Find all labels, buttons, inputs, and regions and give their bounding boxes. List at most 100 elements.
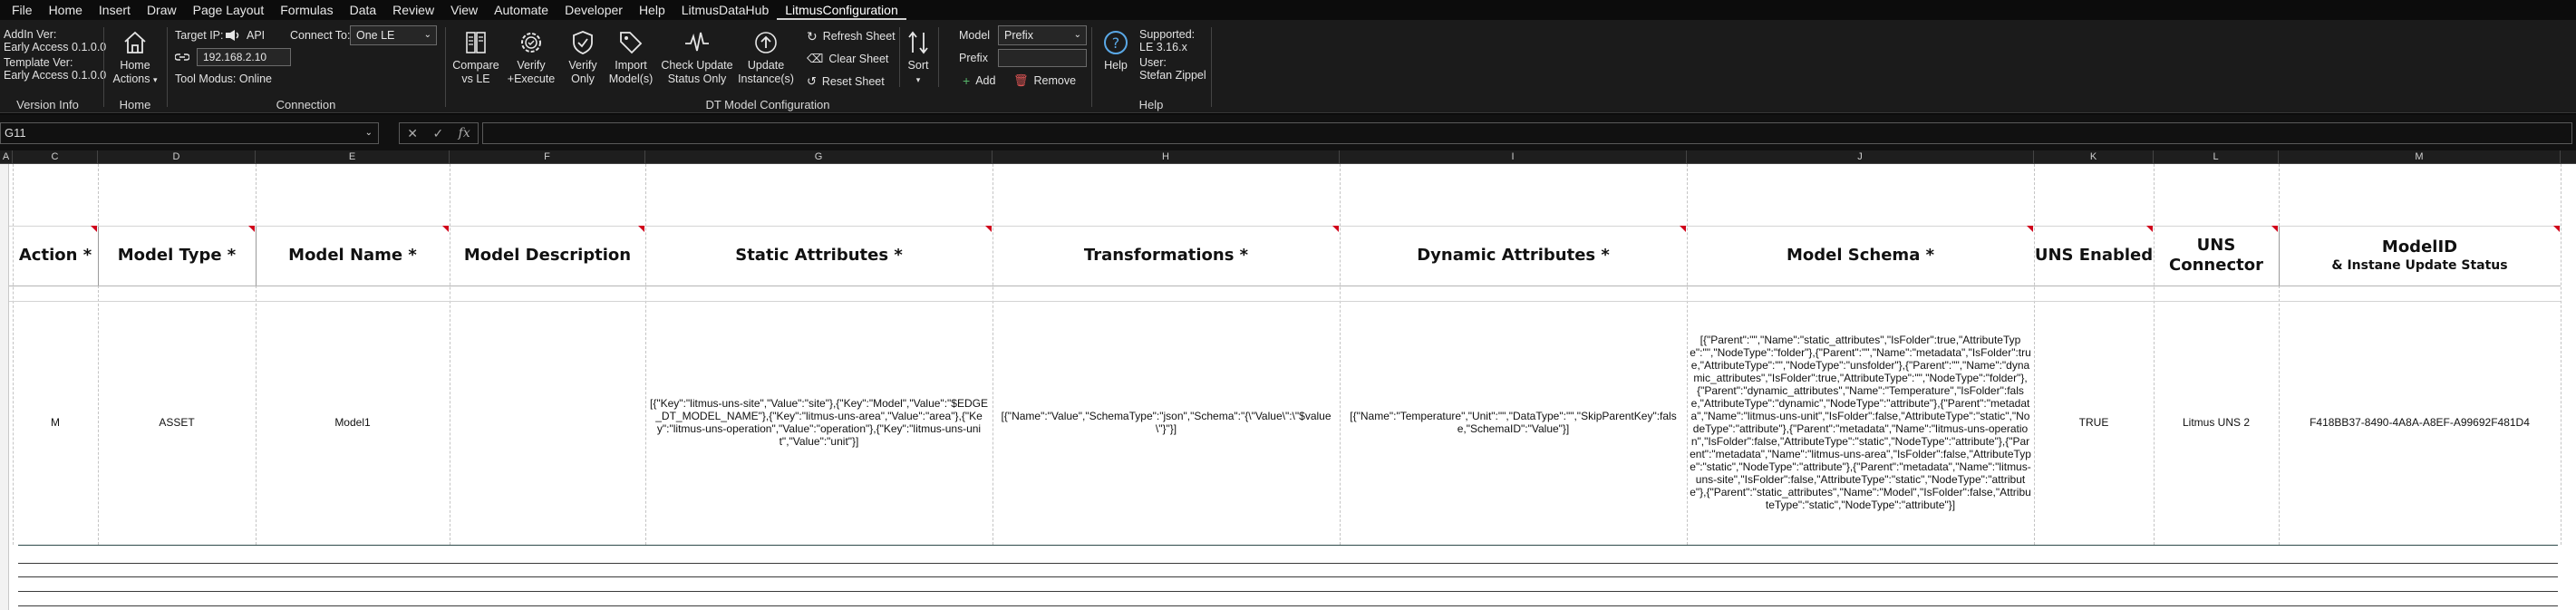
header-cell-model-schema[interactable]: Model Schema * <box>1687 226 2034 286</box>
menu-item-litmusdatahub[interactable]: LitmusDataHub <box>673 0 778 20</box>
menu-item-home[interactable]: Home <box>41 0 91 20</box>
header-cell-transformations[interactable]: Transformations * <box>993 226 1340 286</box>
verify-execute-line2: +Execute <box>507 73 556 85</box>
remove-button[interactable]: 🗑 Remove <box>1013 72 1076 90</box>
reset-sheet-button[interactable]: ↺ Reset Sheet <box>807 73 885 91</box>
menu-item-automate[interactable]: Automate <box>486 0 557 20</box>
menu-item-view[interactable]: View <box>442 0 486 20</box>
header-cell-model-id[interactable]: ModelID & Instane Update Status <box>2279 226 2561 286</box>
reset-sheet-label: Reset Sheet <box>821 75 885 88</box>
menu-item-formulas[interactable]: Formulas <box>272 0 341 20</box>
update-instances-button[interactable]: Update Instance(s) <box>734 29 798 86</box>
comment-indicator[interactable] <box>442 226 449 232</box>
shield-check-icon <box>573 31 593 54</box>
cell-transformations[interactable]: [{"Name":"Value","SchemaType":"json","Sc… <box>993 301 1340 543</box>
compare-vs-le-button[interactable]: Compare vs LE <box>446 29 506 86</box>
home-actions-line2: Actions <box>112 73 150 85</box>
header-cell-uns-connector[interactable]: UNS Connector <box>2154 226 2279 286</box>
group-label-dt-model: DT Model Configuration <box>705 98 830 111</box>
formula-input[interactable] <box>482 122 2572 144</box>
header-cell-model-description[interactable]: Model Description <box>450 226 645 286</box>
cell-action[interactable]: M <box>13 301 98 543</box>
column-gridline <box>98 164 99 226</box>
tag-icon <box>620 32 643 54</box>
header-cell-static-attributes[interactable]: Static Attributes * <box>645 226 993 286</box>
column-header-I[interactable]: I <box>1340 150 1687 164</box>
target-ip-input[interactable]: 192.168.2.10 <box>197 48 291 66</box>
name-box[interactable]: G11 ⌄ <box>0 122 379 144</box>
menu-item-file[interactable]: File <box>4 0 41 20</box>
comment-indicator[interactable] <box>248 226 255 232</box>
verify-only-button[interactable]: Verify Only <box>562 29 604 86</box>
comment-indicator[interactable] <box>638 226 644 232</box>
menu-item-litmusconfiguration[interactable]: LitmusConfiguration <box>777 0 906 20</box>
column-header-L[interactable]: L <box>2154 150 2279 164</box>
column-header-C[interactable]: C <box>13 150 98 164</box>
column-gridline <box>256 164 257 226</box>
comment-indicator[interactable] <box>2027 226 2033 232</box>
menu-item-developer[interactable]: Developer <box>557 0 631 20</box>
comment-indicator[interactable] <box>1680 226 1686 232</box>
sheet-area[interactable]: Action * Model Type * Model Name * Model De… <box>0 164 2576 610</box>
import-models-button[interactable]: Import Model(s) <box>605 29 656 86</box>
cell-model-name[interactable]: Model1 <box>256 301 450 543</box>
clear-sheet-button[interactable]: ⌫ Clear Sheet <box>807 50 888 68</box>
comment-indicator[interactable] <box>985 226 992 232</box>
remove-label: Remove <box>1033 74 1077 87</box>
cancel-icon[interactable]: ✕ <box>407 126 418 141</box>
cell-uns-enabled[interactable]: TRUE <box>2034 301 2154 543</box>
column-header-M[interactable]: M <box>2279 150 2561 164</box>
cell-model-schema[interactable]: [{"Parent":"","Name":"static_attributes"… <box>1687 301 2034 543</box>
comment-indicator[interactable] <box>2146 226 2153 232</box>
menu-item-draw[interactable]: Draw <box>139 0 185 20</box>
formula-controls: ✕ ✓ fx <box>399 122 479 144</box>
comment-indicator[interactable] <box>1332 226 1339 232</box>
column-header-F[interactable]: F <box>450 150 645 164</box>
column-header-E[interactable]: E <box>256 150 450 164</box>
menu-item-insert[interactable]: Insert <box>91 0 139 20</box>
verify-execute-button[interactable]: Verify +Execute <box>503 29 559 86</box>
menu-item-page-layout[interactable]: Page Layout <box>185 0 273 20</box>
connect-to-select[interactable]: One LE ⌄ <box>350 25 437 45</box>
api-toggle[interactable]: API <box>225 26 265 44</box>
header-cell-uns-enabled[interactable]: UNS Enabled <box>2034 226 2154 286</box>
model-select[interactable]: Prefix ⌄ <box>998 25 1087 45</box>
header-cell-action[interactable]: Action * <box>13 226 98 286</box>
column-header-G[interactable]: G <box>645 150 993 164</box>
cell-model-description[interactable] <box>450 301 645 543</box>
header-cell-model-name[interactable]: Model Name * <box>256 226 450 286</box>
menu-item-help[interactable]: Help <box>631 0 673 20</box>
help-button[interactable]: ? Help <box>1099 29 1132 73</box>
sort-button[interactable]: Sort ▾ <box>902 29 935 87</box>
prefix-input[interactable] <box>998 49 1087 67</box>
fx-icon[interactable]: fx <box>459 126 470 140</box>
model-label: Model <box>959 29 991 42</box>
comment-indicator[interactable] <box>91 226 97 232</box>
refresh-sheet-button[interactable]: ↻ Refresh Sheet <box>807 27 896 45</box>
upload-icon <box>755 32 777 53</box>
column-header-H[interactable]: H <box>993 150 1340 164</box>
cell-static-attributes[interactable]: [{"Key":"litmus-uns-site","Value":"site"… <box>645 301 993 543</box>
menu-item-review[interactable]: Review <box>384 0 442 20</box>
cell-dynamic-attributes[interactable]: [{"Name":"Temperature","Unit":"","DataTy… <box>1340 301 1687 543</box>
confirm-icon[interactable]: ✓ <box>432 126 443 141</box>
compare-line1: Compare <box>452 59 499 72</box>
link-icon <box>175 53 189 61</box>
cell-model-id[interactable]: F418BB37-8490-4A8A-A8EF-A99692F481D4 <box>2279 301 2561 543</box>
comment-indicator[interactable] <box>2553 226 2560 232</box>
add-button[interactable]: + Add <box>963 72 995 90</box>
column-header-A[interactable]: A <box>0 150 13 164</box>
home-actions-button[interactable]: Home Actions ▾ <box>108 29 162 87</box>
group-separator <box>1211 27 1212 107</box>
column-header-J[interactable]: J <box>1687 150 2034 164</box>
comment-indicator[interactable] <box>2271 226 2278 232</box>
row-gridline <box>18 576 2558 577</box>
header-cell-model-type[interactable]: Model Type * <box>98 226 256 286</box>
cell-uns-connector[interactable]: Litmus UNS 2 <box>2154 301 2279 543</box>
header-cell-dynamic-attributes[interactable]: Dynamic Attributes * <box>1340 226 1687 286</box>
column-header-D[interactable]: D <box>98 150 256 164</box>
column-header-K[interactable]: K <box>2034 150 2154 164</box>
menu-item-data[interactable]: Data <box>342 0 385 20</box>
check-update-status-button[interactable]: Check Update Status Only <box>658 29 736 86</box>
cell-model-type[interactable]: ASSET <box>98 301 256 543</box>
